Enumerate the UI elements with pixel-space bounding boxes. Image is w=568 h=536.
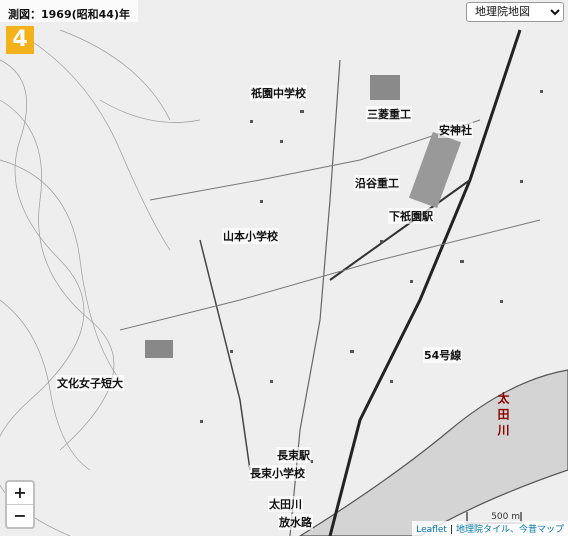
zoom-out-button[interactable]: − [7,504,33,527]
zoom-control: + − [5,480,35,529]
zoom-in-button[interactable]: + [7,482,33,504]
map-number-badge: 4 [6,26,34,54]
label-shimogion-station: 下祇園駅 [388,208,434,224]
label-gion-junior-high: 祇園中学校 [250,85,307,101]
attribution-source-link[interactable]: 地理院タイル、今昔マップ [456,525,564,535]
label-ota-floodway-line1: 太田川 [268,496,303,512]
label-route-54: 54号線 [423,347,463,363]
label-mitsubishi-heavy: 三菱重工 [366,106,412,122]
label-yamamoto-elementary: 山本小学校 [222,228,279,244]
leaflet-link[interactable]: Leaflet [416,525,447,535]
attribution: Leaflet | 地理院タイル、今昔マップ [412,521,568,536]
label-bunka-womens-college: 文化女子短大 [56,375,124,391]
layer-select[interactable]: 地理院地図 [466,2,564,22]
label-ota-river: 太田川 [496,392,510,440]
label-nagatsuka-station: 長束駅 [276,447,311,463]
label-sanotani-heavy: 沿谷重工 [354,175,400,191]
map-viewport[interactable]: 測図：1969(昭和44)年 4 地理院地図 祇園中学校 三菱重工 安神社 沿谷… [0,0,568,536]
label-nagatsuka-elementary: 長束小学校 [249,465,306,481]
attribution-separator: | [449,525,454,535]
label-ota-floodway-line2: 放水路 [278,514,313,530]
label-anjin-shrine: 安神社 [438,122,473,138]
survey-year-label: 測図：1969(昭和44)年 [0,0,138,22]
